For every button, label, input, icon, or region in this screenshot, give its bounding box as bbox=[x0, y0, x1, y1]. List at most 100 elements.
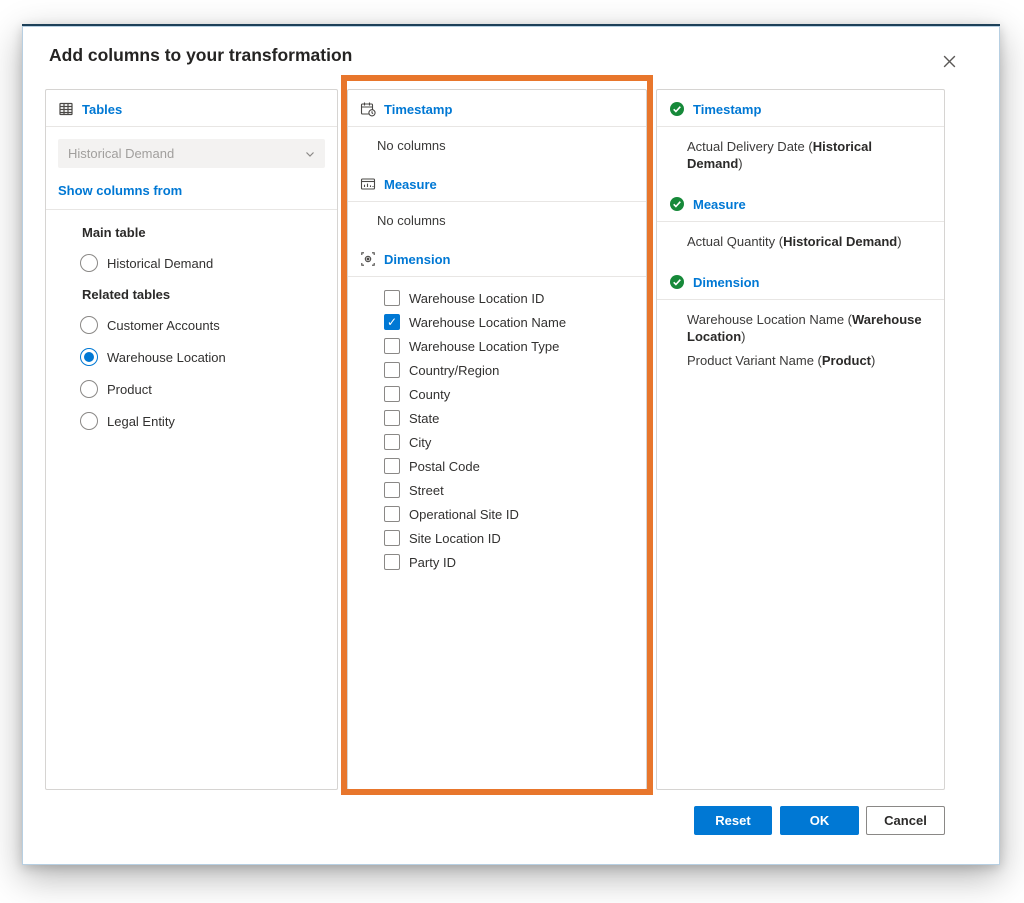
ok-button[interactable]: OK bbox=[780, 806, 859, 835]
dimension-section-header: Dimension bbox=[348, 240, 646, 277]
checkbox-row-city[interactable]: City bbox=[384, 430, 646, 454]
tables-header-label: Tables bbox=[82, 102, 122, 117]
radio-row-product[interactable]: Product bbox=[80, 380, 337, 398]
check-circle-icon bbox=[669, 101, 685, 117]
checkbox-checked[interactable] bbox=[384, 314, 400, 330]
selected-columns-panel: Timestamp Actual Delivery DateHistorical… bbox=[656, 89, 945, 790]
checkbox[interactable] bbox=[384, 338, 400, 354]
selected-measure-items: Actual QuantityHistorical Demand bbox=[657, 222, 944, 263]
checkbox-row-street[interactable]: Street bbox=[384, 478, 646, 502]
tables-header: Tables bbox=[46, 90, 337, 127]
timestamp-empty-text: No columns bbox=[348, 127, 646, 165]
radio-button[interactable] bbox=[80, 316, 98, 334]
radio-button[interactable] bbox=[80, 412, 98, 430]
radio-label: Customer Accounts bbox=[107, 318, 220, 333]
selected-dimension-items: Warehouse Location NameWarehouse Locatio… bbox=[657, 300, 944, 382]
dialog-footer: Reset OK Cancel bbox=[23, 806, 1001, 836]
checkbox-row-warehouse-location-id[interactable]: Warehouse Location ID bbox=[384, 286, 646, 310]
selected-measure-label: Measure bbox=[693, 197, 746, 212]
checkbox-label: Postal Code bbox=[409, 459, 480, 474]
related-tables-label: Related tables bbox=[82, 287, 337, 302]
radio-row-legal-entity[interactable]: Legal Entity bbox=[80, 412, 337, 430]
radio-button[interactable] bbox=[80, 254, 98, 272]
checkbox-label: County bbox=[409, 387, 450, 402]
show-columns-from-header: Show columns from bbox=[46, 183, 337, 210]
selected-column-item: Product Variant NameProduct bbox=[687, 352, 924, 369]
checkbox[interactable] bbox=[384, 458, 400, 474]
radio-row-customer-accounts[interactable]: Customer Accounts bbox=[80, 316, 337, 334]
checkbox-label: Warehouse Location Name bbox=[409, 315, 566, 330]
checkbox[interactable] bbox=[384, 554, 400, 570]
checkbox-label: Site Location ID bbox=[409, 531, 501, 546]
table-dropdown[interactable]: Historical Demand bbox=[58, 139, 325, 168]
radio-row-warehouse-location[interactable]: Warehouse Location bbox=[80, 348, 337, 366]
dialog-title: Add columns to your transformation bbox=[49, 45, 352, 66]
checkbox-row-country-region[interactable]: Country/Region bbox=[384, 358, 646, 382]
checkbox[interactable] bbox=[384, 482, 400, 498]
checkbox[interactable] bbox=[384, 506, 400, 522]
measure-header-label: Measure bbox=[384, 177, 437, 192]
selected-column-item: Actual Delivery DateHistorical Demand bbox=[687, 138, 924, 172]
checkbox[interactable] bbox=[384, 410, 400, 426]
selected-timestamp-items: Actual Delivery DateHistorical Demand bbox=[657, 127, 944, 185]
radio-label: Legal Entity bbox=[107, 414, 175, 429]
checkbox[interactable] bbox=[384, 530, 400, 546]
checkbox[interactable] bbox=[384, 386, 400, 402]
chevron-down-icon bbox=[304, 148, 316, 160]
check-circle-icon bbox=[669, 196, 685, 212]
close-button[interactable] bbox=[937, 49, 961, 73]
checkbox[interactable] bbox=[384, 362, 400, 378]
checkbox-label: Operational Site ID bbox=[409, 507, 519, 522]
checkbox-row-warehouse-location-type[interactable]: Warehouse Location Type bbox=[384, 334, 646, 358]
timestamp-section-header: Timestamp bbox=[348, 90, 646, 127]
dimension-header-label: Dimension bbox=[384, 252, 450, 267]
checkbox-row-warehouse-location-name[interactable]: Warehouse Location Name bbox=[384, 310, 646, 334]
checkbox-row-postal-code[interactable]: Postal Code bbox=[384, 454, 646, 478]
available-columns-panel: Timestamp No columns Measure No columns bbox=[347, 89, 647, 790]
table-grid-icon bbox=[58, 101, 74, 117]
checkbox[interactable] bbox=[384, 290, 400, 306]
cancel-button[interactable]: Cancel bbox=[866, 806, 945, 835]
radio-button-selected[interactable] bbox=[80, 348, 98, 366]
selected-timestamp-header: Timestamp bbox=[657, 90, 944, 127]
measure-empty-text: No columns bbox=[348, 202, 646, 240]
screenshot-stage: Add columns to your transformation bbox=[0, 0, 1024, 903]
measure-section-header: Measure bbox=[348, 165, 646, 202]
radio-button[interactable] bbox=[80, 380, 98, 398]
radio-label: Product bbox=[107, 382, 152, 397]
radio-label: Historical Demand bbox=[107, 256, 213, 271]
checkbox-label: City bbox=[409, 435, 431, 450]
checkbox-label: State bbox=[409, 411, 439, 426]
checkbox-row-state[interactable]: State bbox=[384, 406, 646, 430]
dimension-columns-list: Warehouse Location ID Warehouse Location… bbox=[348, 277, 646, 574]
tables-panel: Tables Historical Demand Show columns fr… bbox=[45, 89, 338, 790]
checkbox-label: Country/Region bbox=[409, 363, 499, 378]
checkbox-label: Street bbox=[409, 483, 444, 498]
checkbox-label: Warehouse Location Type bbox=[409, 339, 559, 354]
selected-column-item: Warehouse Location NameWarehouse Locatio… bbox=[687, 311, 924, 345]
table-dropdown-value: Historical Demand bbox=[68, 146, 304, 161]
checkbox-row-operational-site-id[interactable]: Operational Site ID bbox=[384, 502, 646, 526]
checkbox[interactable] bbox=[384, 434, 400, 450]
dimension-scale-icon bbox=[360, 251, 376, 267]
main-table-label: Main table bbox=[82, 225, 337, 240]
checkbox-label: Warehouse Location ID bbox=[409, 291, 544, 306]
radio-label: Warehouse Location bbox=[107, 350, 226, 365]
checkbox-row-party-id[interactable]: Party ID bbox=[384, 550, 646, 574]
timestamp-header-label: Timestamp bbox=[384, 102, 452, 117]
checkbox-label: Party ID bbox=[409, 555, 456, 570]
selected-column-item: Actual QuantityHistorical Demand bbox=[687, 233, 924, 250]
timestamp-calendar-clock-icon bbox=[360, 101, 376, 117]
selected-dimension-header: Dimension bbox=[657, 263, 944, 300]
radio-row-historical-demand[interactable]: Historical Demand bbox=[80, 254, 337, 272]
checkbox-row-site-location-id[interactable]: Site Location ID bbox=[384, 526, 646, 550]
reset-button[interactable]: Reset bbox=[694, 806, 772, 835]
selected-timestamp-label: Timestamp bbox=[693, 102, 761, 117]
checkbox-row-county[interactable]: County bbox=[384, 382, 646, 406]
add-columns-dialog: Add columns to your transformation bbox=[22, 24, 1000, 865]
selected-dimension-label: Dimension bbox=[693, 275, 759, 290]
measure-chart-icon bbox=[360, 176, 376, 192]
check-circle-icon bbox=[669, 274, 685, 290]
selected-measure-header: Measure bbox=[657, 185, 944, 222]
close-icon bbox=[942, 54, 957, 69]
